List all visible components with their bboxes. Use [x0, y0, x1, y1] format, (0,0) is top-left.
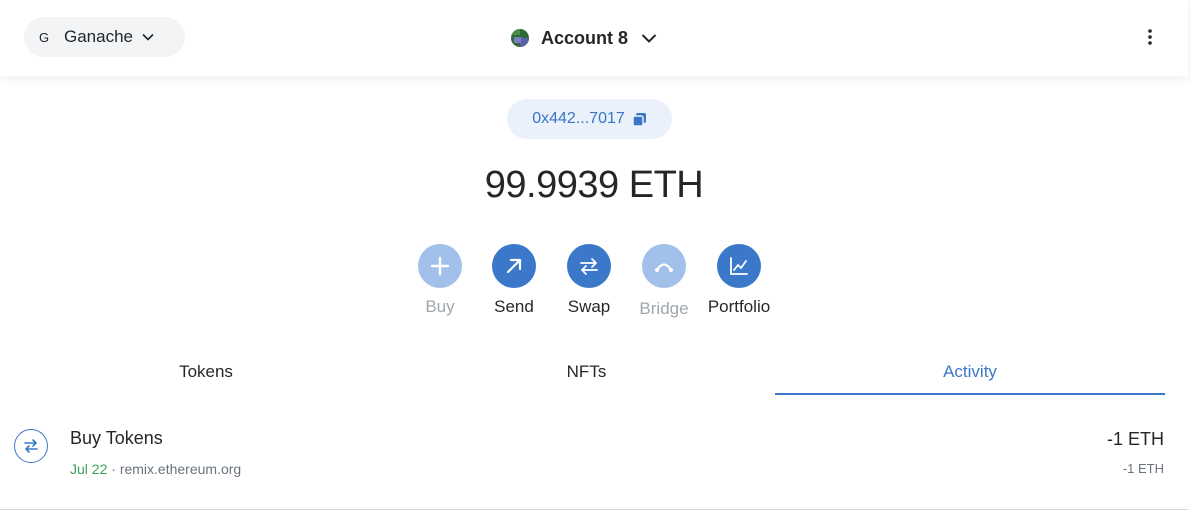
- bridge-icon: [642, 244, 686, 288]
- swap-arrows-icon: [567, 244, 611, 288]
- network-selector[interactable]: G Ganache: [24, 17, 185, 57]
- activity-date: Jul 22: [70, 461, 108, 477]
- buy-label: Buy: [425, 297, 455, 316]
- chevron-down-icon: [141, 30, 155, 44]
- tab-tokens[interactable]: Tokens: [14, 350, 398, 395]
- send-button[interactable]: Send: [474, 244, 554, 317]
- tab-activity[interactable]: Activity: [775, 350, 1165, 395]
- balance-display: 99.9939 ETH: [0, 164, 1188, 207]
- portfolio-button[interactable]: Portfolio: [699, 244, 779, 317]
- swap-label: Swap: [567, 297, 611, 316]
- account-avatar-icon: [511, 29, 529, 47]
- bridge-button[interactable]: Bridge: [624, 244, 704, 319]
- account-picker[interactable]: Account 8: [511, 24, 658, 52]
- network-avatar-initial: G: [39, 29, 50, 45]
- chevron-down-icon: [640, 29, 658, 47]
- portfolio-label: Portfolio: [707, 297, 771, 316]
- tab-nfts[interactable]: NFTs: [398, 350, 775, 395]
- balance-amount: 99.9939: [484, 164, 619, 206]
- arrow-up-right-icon: [492, 244, 536, 288]
- activity-amount: -1 ETH: [1106, 429, 1164, 449]
- activity-secondary-amount: -1 ETH: [1122, 461, 1164, 476]
- bridge-label: Bridge: [639, 299, 689, 318]
- activity-subtitle: Jul 22 · remix.ethereum.org: [70, 461, 241, 477]
- swap-button[interactable]: Swap: [549, 244, 629, 317]
- account-address: 0x442...7017: [532, 110, 625, 127]
- address-copy-button[interactable]: 0x442...7017: [507, 99, 672, 139]
- chart-icon: [717, 244, 761, 288]
- balance-unit: ETH: [628, 164, 704, 206]
- list-divider: [0, 509, 1188, 510]
- activity-list-item[interactable]: Buy Tokens Jul 22 · remix.ethereum.org -…: [0, 412, 1188, 508]
- copy-icon: [632, 112, 647, 127]
- send-label: Send: [494, 297, 534, 316]
- swap-arrows-icon: [14, 429, 48, 463]
- account-name: Account 8: [541, 27, 629, 48]
- network-name: Ganache: [64, 27, 133, 46]
- activity-origin: remix.ethereum.org: [119, 461, 242, 477]
- account-options-menu-icon[interactable]: [1138, 25, 1162, 49]
- activity-separator: ·: [111, 461, 116, 477]
- app-header: G Ganache Account 8: [0, 0, 1188, 76]
- plus-icon: [418, 244, 462, 288]
- buy-button[interactable]: Buy: [400, 244, 480, 317]
- activity-title: Buy Tokens: [70, 428, 163, 448]
